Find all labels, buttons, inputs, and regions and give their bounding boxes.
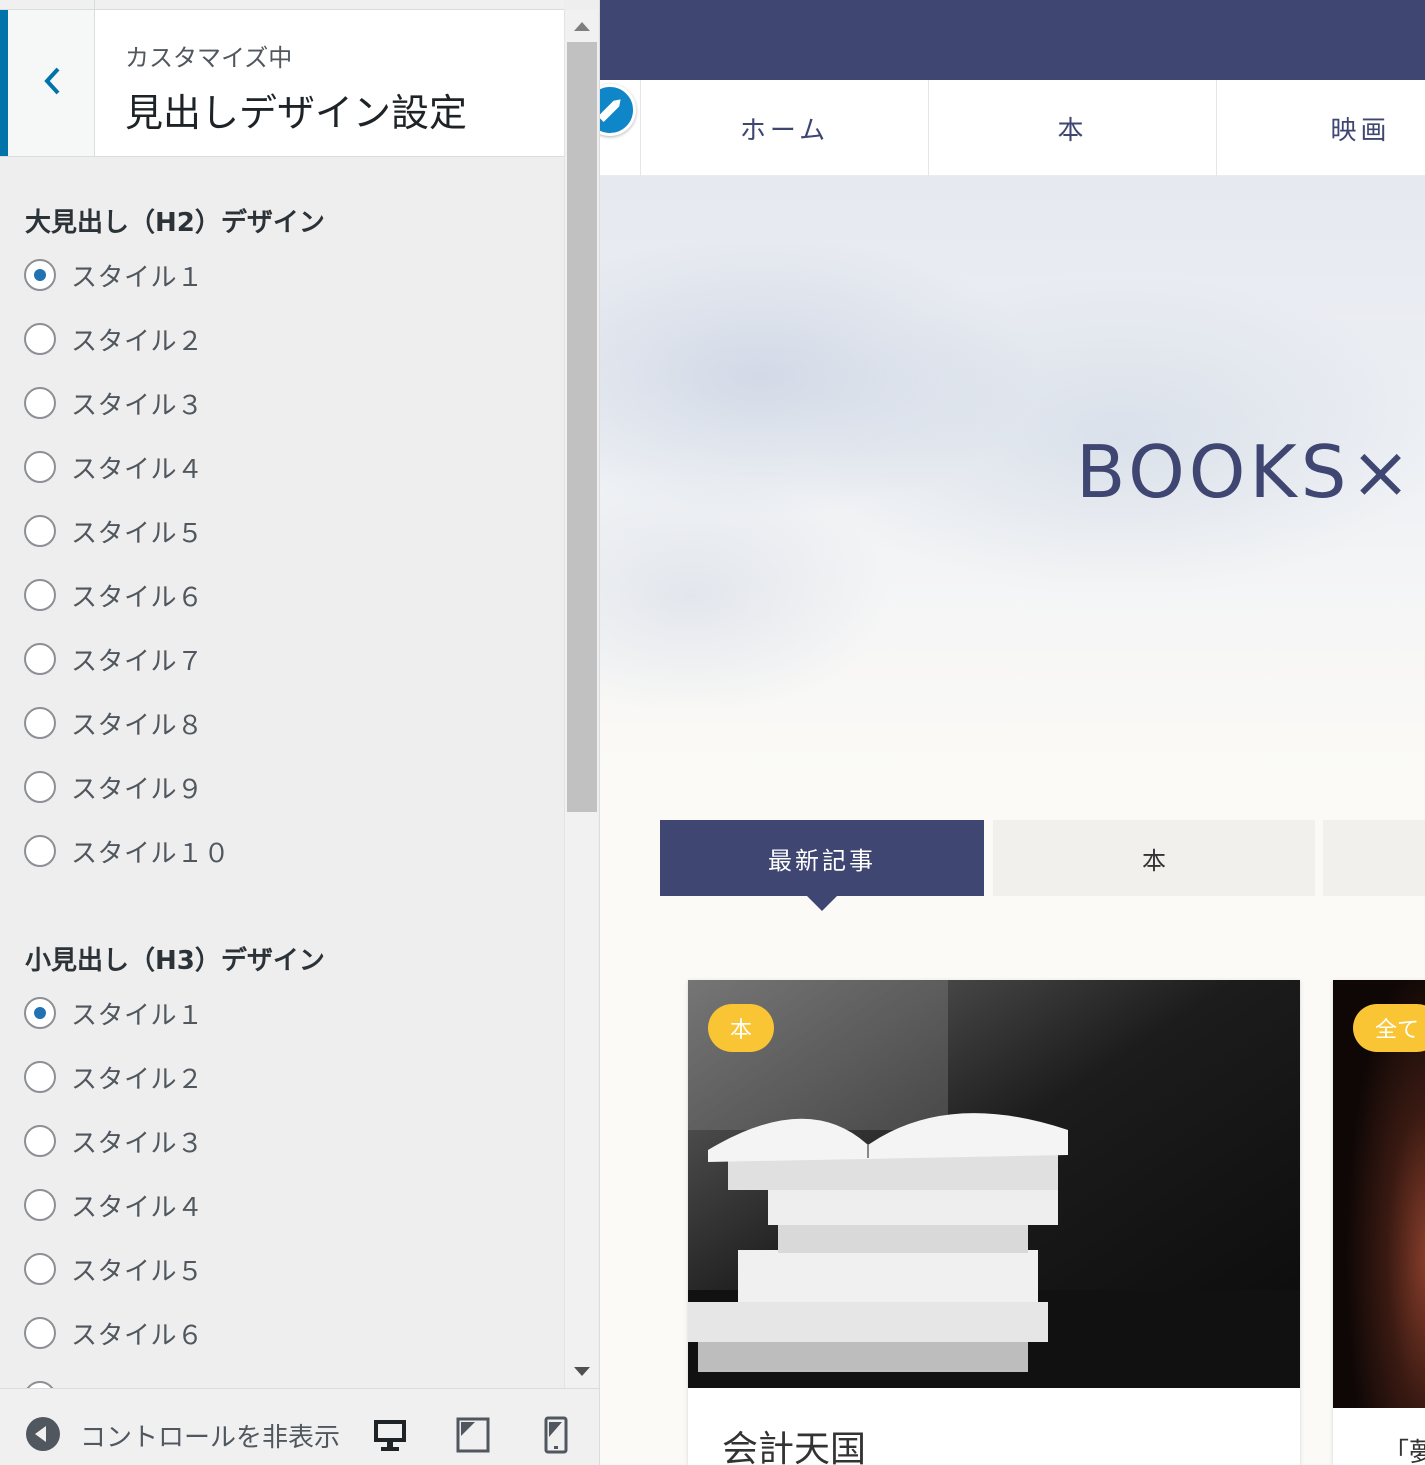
h2-style-8-option[interactable]: スタイル８: [24, 703, 204, 743]
desktop-preview-button[interactable]: [370, 1415, 410, 1455]
scroll-down-arrow-icon[interactable]: [574, 1367, 590, 1376]
hide-controls-label[interactable]: コントロールを非表示: [80, 1417, 340, 1454]
tablet-icon: [456, 1417, 490, 1453]
radio-button[interactable]: [24, 707, 56, 739]
radio-button[interactable]: [24, 259, 56, 291]
edit-shortcut-button[interactable]: [600, 84, 636, 136]
h3-style-5-option[interactable]: スタイル５: [24, 1249, 204, 1289]
h2-style-5-option[interactable]: スタイル５: [24, 511, 204, 551]
collapse-sidebar-icon[interactable]: [26, 1417, 60, 1451]
category-badge: 本: [708, 1004, 775, 1052]
h2-style-7-option[interactable]: スタイル７: [24, 639, 204, 679]
customizer-sidebar: カスタマイズ中 見出しデザイン設定 大見出し（H2）デザイン スタイル１ スタイ…: [0, 0, 600, 1465]
category-badge: 全て: [1353, 1004, 1425, 1052]
back-button[interactable]: [0, 10, 95, 156]
card-title[interactable]: 「夢: [1383, 1432, 1425, 1465]
scrollbar-thumb[interactable]: [567, 42, 597, 812]
panel-subtitle: カスタマイズ中: [125, 44, 293, 72]
radio-button[interactable]: [24, 643, 56, 675]
radio-button[interactable]: [24, 451, 56, 483]
card-title[interactable]: 会計天国: [722, 1420, 866, 1465]
h2-design-heading: 大見出し（H2）デザイン: [25, 208, 325, 238]
h3-style-3-option[interactable]: スタイル３: [24, 1121, 204, 1161]
radio-button[interactable]: [24, 515, 56, 547]
tab-third[interactable]: [1323, 820, 1425, 896]
tab-latest[interactable]: 最新記事: [660, 820, 984, 896]
radio-button[interactable]: [24, 323, 56, 355]
books-photo: [688, 980, 1300, 1388]
radio-button[interactable]: [24, 1253, 56, 1285]
radio-button[interactable]: [24, 1317, 56, 1349]
h3-style-2-option[interactable]: スタイル２: [24, 1057, 204, 1097]
customizer-footer: コントロールを非表示: [0, 1388, 599, 1465]
mobile-preview-button[interactable]: [536, 1415, 576, 1455]
nav-item-movies[interactable]: 映画: [1216, 80, 1425, 176]
radio-button[interactable]: [24, 1061, 56, 1093]
radio-button[interactable]: [24, 1125, 56, 1157]
radio-button[interactable]: [24, 771, 56, 803]
site-preview: ホーム 本 映画 BOOKS× 最新記事 本 本 会計天国 全て 「夢: [600, 0, 1425, 1465]
h2-style-4-option[interactable]: スタイル４: [24, 447, 204, 487]
h2-style-3-option[interactable]: スタイル３: [24, 383, 204, 423]
radio-button[interactable]: [24, 997, 56, 1029]
mobile-icon: [544, 1416, 568, 1454]
tablet-preview-button[interactable]: [453, 1415, 493, 1455]
nav-item-books[interactable]: 本: [928, 80, 1216, 176]
site-header-bar: [600, 0, 1425, 80]
h3-style-4-option[interactable]: スタイル４: [24, 1185, 204, 1225]
h3-style-1-option[interactable]: スタイル１: [24, 993, 204, 1033]
panel-header: カスタマイズ中 見出しデザイン設定: [0, 10, 564, 157]
tab-books[interactable]: 本: [993, 820, 1315, 896]
h3-style-6-option[interactable]: スタイル６: [24, 1313, 204, 1353]
h2-style-2-option[interactable]: スタイル２: [24, 319, 204, 359]
hero-title: BOOKS×: [1076, 430, 1415, 514]
sidebar-scrollbar[interactable]: [564, 10, 598, 1388]
h3-design-heading: 小見出し（H3）デザイン: [25, 946, 325, 976]
desktop-icon: [374, 1420, 406, 1451]
pencil-icon: [600, 99, 621, 123]
radio-button[interactable]: [24, 1189, 56, 1221]
article-card[interactable]: 全て 「夢: [1333, 980, 1425, 1465]
h2-style-1-option[interactable]: スタイル１: [24, 255, 204, 295]
radio-button[interactable]: [24, 835, 56, 867]
h2-style-10-option[interactable]: スタイル１０: [24, 831, 230, 871]
radio-button[interactable]: [24, 579, 56, 611]
radio-button[interactable]: [24, 387, 56, 419]
global-nav: ホーム 本 映画: [600, 80, 1425, 176]
chevron-left-icon: [44, 67, 60, 95]
nav-item-home[interactable]: ホーム: [640, 80, 928, 176]
h2-style-9-option[interactable]: スタイル９: [24, 767, 204, 807]
article-card[interactable]: 本 会計天国: [688, 980, 1300, 1465]
h2-style-6-option[interactable]: スタイル６: [24, 575, 204, 615]
sidebar-top-strip: [0, 0, 564, 10]
panel-title: 見出しデザイン設定: [125, 91, 468, 135]
active-tab-pointer: [806, 895, 838, 911]
scroll-up-arrow-icon[interactable]: [574, 22, 590, 31]
